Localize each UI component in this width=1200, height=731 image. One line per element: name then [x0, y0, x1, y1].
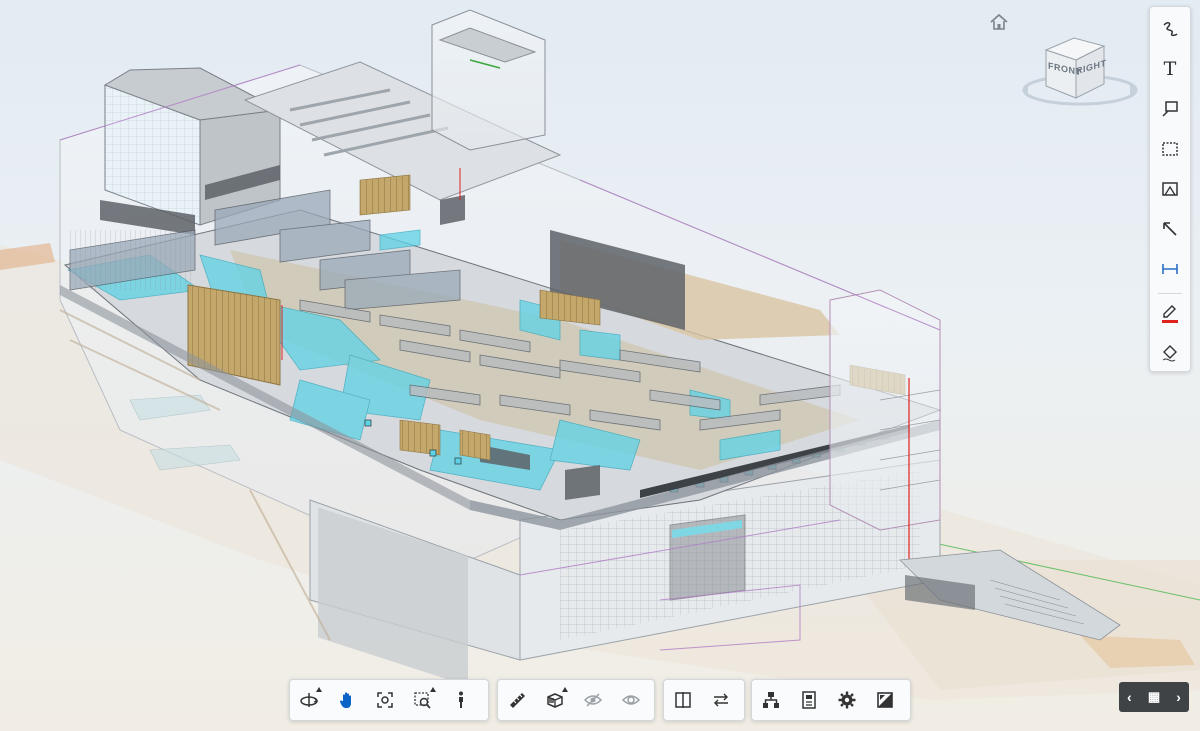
- properties-icon: [802, 691, 816, 709]
- orbit-icon: [300, 693, 319, 707]
- hide-icon: [583, 693, 603, 707]
- next-view-button[interactable]: ›: [1176, 689, 1181, 705]
- cloud-icon: [1162, 182, 1178, 196]
- walk-icon: [459, 691, 463, 708]
- pen-color-button[interactable]: [1156, 299, 1184, 327]
- view-pager: ‹ ▦ ›: [1119, 682, 1189, 712]
- measure-button[interactable]: [498, 683, 536, 717]
- isolate-button[interactable]: [612, 683, 650, 717]
- model-tree-button[interactable]: [752, 683, 790, 717]
- callout-icon: [1162, 101, 1178, 117]
- panels-toolbar: [751, 679, 911, 721]
- fit-view-icon: [377, 692, 393, 708]
- text-icon: T: [1163, 58, 1177, 80]
- settings-icon: [838, 691, 856, 709]
- arrow-icon: [1163, 222, 1177, 236]
- pan-button[interactable]: [328, 683, 366, 717]
- freehand-icon: [1163, 22, 1178, 37]
- sync-button[interactable]: [702, 683, 740, 717]
- navigation-toolbar: [289, 679, 489, 721]
- fit-view-button[interactable]: [366, 683, 404, 717]
- home-view-button[interactable]: [988, 12, 1010, 32]
- dropdown-indicator: [430, 687, 436, 692]
- view-cube[interactable]: FRONT RIGHT: [1018, 32, 1140, 112]
- section-box-button[interactable]: [536, 683, 574, 717]
- compare-toolbar: [663, 679, 745, 721]
- measure-icon: [510, 693, 525, 708]
- freehand-button[interactable]: [1156, 15, 1184, 43]
- arrow-button[interactable]: [1156, 215, 1184, 243]
- callout-button[interactable]: [1156, 95, 1184, 123]
- pan-icon: [340, 692, 351, 708]
- zoom-window-icon: [414, 692, 431, 709]
- model-tree-icon: [763, 692, 779, 708]
- fill-button[interactable]: [1156, 339, 1184, 367]
- isolate-icon: [621, 695, 641, 705]
- sync-icon: [714, 693, 728, 707]
- pen-color-icon: [1162, 305, 1178, 323]
- dimension-button[interactable]: [1156, 255, 1184, 283]
- rectangle-button[interactable]: [1156, 135, 1184, 163]
- fullscreen-button[interactable]: [866, 683, 904, 717]
- properties-button[interactable]: [790, 683, 828, 717]
- markup-toolbar: T: [1149, 6, 1191, 372]
- dropdown-indicator: [316, 687, 322, 692]
- dropdown-indicator: [562, 687, 568, 692]
- hide-button[interactable]: [574, 683, 612, 717]
- walk-button[interactable]: [442, 683, 480, 717]
- orbit-button[interactable]: [290, 683, 328, 717]
- home-icon: [990, 13, 1008, 30]
- section-box-icon: [547, 693, 563, 708]
- text-button[interactable]: T: [1156, 55, 1184, 83]
- toolbar-divider: [1158, 293, 1182, 294]
- fill-icon: [1162, 345, 1177, 362]
- model-tools-toolbar: [497, 679, 655, 721]
- rectangle-icon: [1162, 142, 1178, 156]
- dimension-icon: [1162, 264, 1178, 274]
- split-view-button[interactable]: [664, 683, 702, 717]
- fullscreen-icon: [877, 692, 893, 708]
- previous-view-button[interactable]: ‹: [1127, 689, 1132, 705]
- zoom-window-button[interactable]: [404, 683, 442, 717]
- settings-button[interactable]: [828, 683, 866, 717]
- grid-view-icon[interactable]: ▦: [1148, 689, 1160, 705]
- split-view-icon: [675, 692, 691, 708]
- cloud-button[interactable]: [1156, 175, 1184, 203]
